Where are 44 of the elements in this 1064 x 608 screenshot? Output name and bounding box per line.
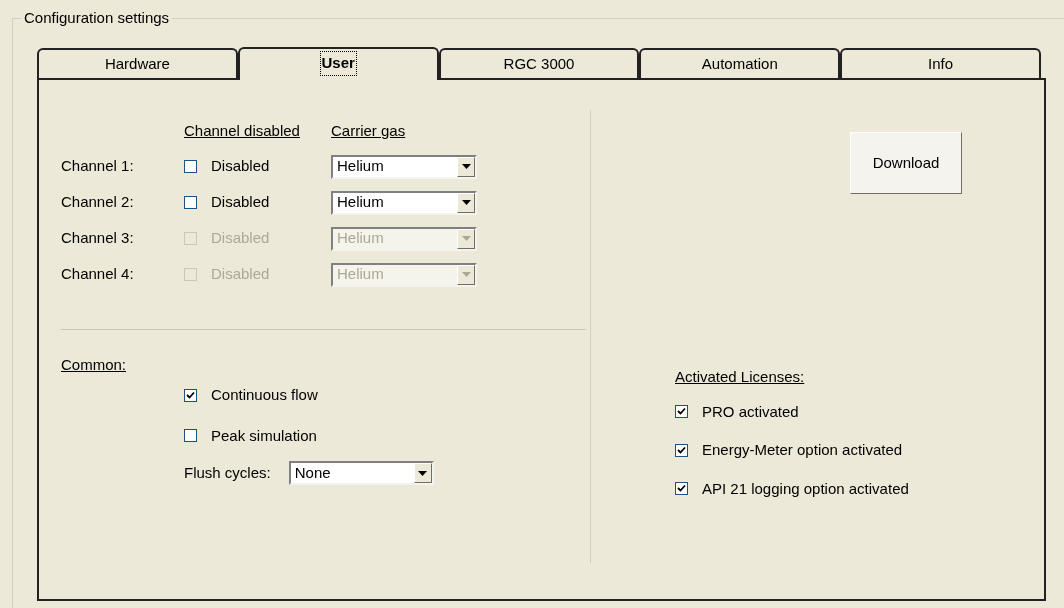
dropdown[interactable]: Helium: [331, 154, 477, 179]
caret-icon: [457, 156, 475, 177]
checkbox[interactable]: [184, 160, 197, 173]
section-title: Common:: [61, 354, 127, 375]
checkbox-label: Disabled: [211, 156, 270, 177]
checkbox[interactable]: [675, 405, 688, 419]
dropdown[interactable]: Helium: [331, 190, 477, 215]
caret-icon: [457, 264, 475, 285]
tab[interactable]: Info: [840, 48, 1041, 78]
caret-icon: [457, 192, 475, 213]
checkbox-label: Peak simulation: [211, 425, 317, 446]
check-icon: [677, 484, 686, 494]
channel-label: Channel 2:: [61, 192, 135, 213]
checkbox[interactable]: [184, 196, 197, 209]
checkbox-label: Energy-Meter option activated: [702, 440, 903, 460]
tab[interactable]: Automation: [639, 48, 841, 78]
group-title: Configuration settings: [21, 9, 173, 27]
field-label: Flush cycles:: [184, 462, 271, 483]
checkbox-label: Disabled: [211, 192, 270, 213]
tab[interactable]: Hardware: [37, 48, 238, 78]
check-icon: [677, 445, 686, 455]
checkbox-label: Continuous flow: [211, 385, 318, 405]
checkbox[interactable]: [675, 443, 688, 457]
tab[interactable]: RGC 3000: [438, 48, 640, 78]
checkbox-label: Disabled: [211, 228, 270, 249]
checkbox-label: PRO activated: [702, 401, 799, 422]
tab[interactable]: User: [237, 47, 439, 80]
check-icon: [677, 407, 686, 417]
column-header: Carrier gas: [331, 121, 407, 141]
check-icon: [186, 390, 195, 400]
channel-label: Channel 1:: [61, 156, 135, 177]
checkbox[interactable]: [184, 429, 197, 443]
checkbox-label: Disabled: [211, 264, 270, 285]
download-button[interactable]: Download: [850, 132, 962, 194]
dropdown[interactable]: None: [288, 461, 434, 485]
caret-icon: [457, 228, 475, 249]
checkbox-label: API 21 logging option activated: [702, 478, 909, 499]
section-title: Activated Licenses:: [675, 367, 805, 387]
checkbox[interactable]: [675, 482, 688, 496]
column-header: Channel disabled: [184, 121, 301, 141]
checkbox[interactable]: [184, 388, 197, 402]
caret-icon: [413, 463, 432, 483]
channel-label: Channel 3:: [61, 228, 135, 249]
channel-label: Channel 4:: [61, 264, 135, 285]
